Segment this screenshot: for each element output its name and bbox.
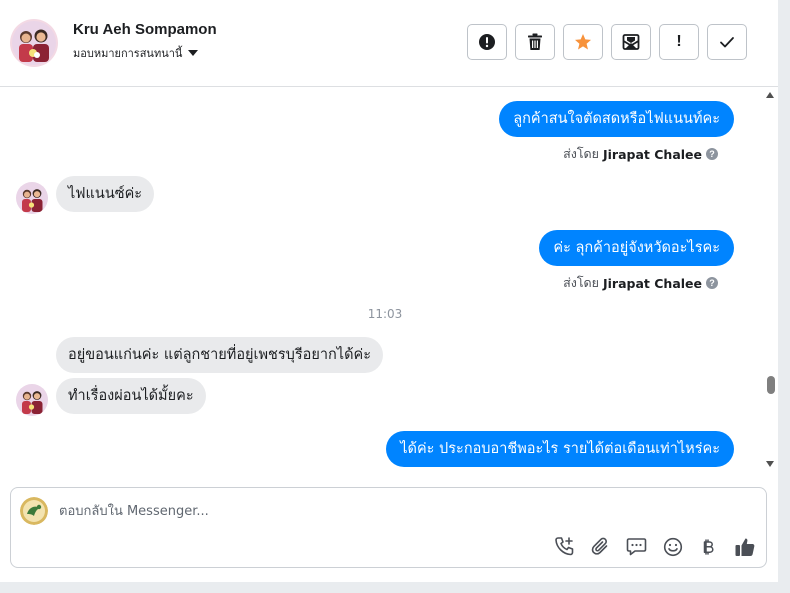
spam-button[interactable]: ! [659, 24, 699, 60]
reply-input[interactable] [59, 500, 659, 522]
emoji-button[interactable] [661, 535, 684, 558]
thumbs-up-icon [735, 538, 754, 556]
smiley-icon [663, 537, 682, 556]
mark-unread-icon [622, 34, 640, 50]
incoming-message[interactable]: ทำเรื่องผ่อนได้มั้ยคะ [56, 378, 206, 414]
contact-avatar-small[interactable] [16, 384, 48, 416]
saved-replies-button[interactable] [625, 535, 648, 558]
assign-label: มอบหมายการสนทนานี้ [73, 47, 183, 60]
help-icon[interactable]: ? [706, 277, 718, 289]
phone-plus-icon [555, 537, 574, 556]
incoming-message[interactable]: อยู่ขอนแก่นค่ะ แต่ลูกชายที่อยู่เพชรบุรีอ… [56, 337, 383, 373]
report-button[interactable] [467, 24, 507, 60]
chat-bubble-icon [626, 537, 647, 555]
checkmark-icon [720, 37, 734, 48]
sent-by-label: ส่งโดย Jirapat Chalee ? [563, 144, 718, 164]
scroll-up-arrow-icon[interactable] [766, 92, 774, 98]
contact-avatar-small[interactable] [16, 182, 48, 214]
spam-label: ! [676, 33, 682, 50]
contact-name[interactable]: Kru Aeh Sompamon [73, 21, 217, 38]
page-avatar [20, 497, 48, 525]
scrollbar-thumb[interactable] [767, 376, 775, 394]
star-button[interactable] [563, 24, 603, 60]
composer-tools [553, 535, 756, 558]
sender-name: Jirapat Chalee [603, 146, 702, 162]
like-button[interactable] [733, 535, 756, 558]
contact-avatar[interactable] [10, 19, 58, 67]
sender-name: Jirapat Chalee [603, 275, 702, 291]
reply-composer [10, 487, 767, 568]
conversation-header: Kru Aeh Sompamon มอบหมายการสนทนานี้ ! [0, 0, 778, 87]
scroll-down-arrow-icon[interactable] [766, 461, 774, 467]
attach-button[interactable] [589, 535, 612, 558]
message-timestamp: 11:03 [367, 307, 403, 321]
payment-button[interactable] [697, 535, 720, 558]
caret-down-icon [188, 50, 199, 56]
incoming-message[interactable]: ไฟแนนซ์ค่ะ [56, 176, 155, 212]
outgoing-message[interactable]: ค่ะ ลุกค้าอยู่จังหวัดอะไรคะ [539, 230, 734, 266]
help-icon[interactable]: ? [706, 148, 718, 160]
delete-button[interactable] [515, 24, 555, 60]
conversation-panel: Kru Aeh Sompamon มอบหมายการสนทนานี้ ! ลู… [0, 0, 778, 582]
star-icon [575, 34, 591, 50]
mark-unread-button[interactable] [611, 24, 651, 60]
window-gutter [0, 582, 790, 593]
paperclip-icon [591, 537, 607, 555]
sent-by-prefix: ส่งโดย [563, 146, 599, 161]
trash-icon [528, 33, 542, 50]
call-button[interactable] [553, 535, 576, 558]
baht-icon [703, 538, 714, 555]
outgoing-message[interactable]: ลูกค้าสนใจตัดสดหรือไฟแนนท์คะ [499, 101, 734, 137]
sent-by-prefix: ส่งโดย [563, 275, 599, 290]
outgoing-message[interactable]: ได้ค่ะ ประกอบอาชีพอะไร รายได้ต่อเดือนเท่… [386, 431, 734, 467]
message-list[interactable]: ลูกค้าสนใจตัดสดหรือไฟแนนท์คะ ส่งโดย Jira… [0, 88, 762, 473]
sent-by-label: ส่งโดย Jirapat Chalee ? [563, 273, 718, 293]
mark-done-button[interactable] [707, 24, 747, 60]
window-gutter [778, 0, 790, 593]
assign-conversation-dropdown[interactable]: มอบหมายการสนทนานี้ [73, 44, 199, 62]
conversation-toolbar: ! [467, 24, 747, 60]
alert-circle-icon [479, 34, 495, 50]
